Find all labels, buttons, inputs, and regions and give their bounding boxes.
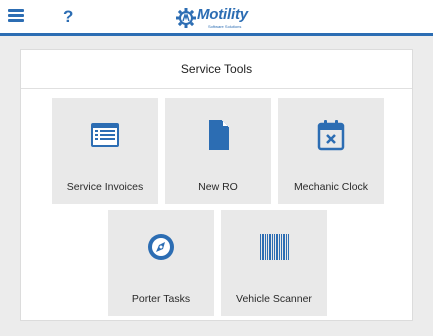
document-icon	[209, 120, 229, 150]
tile-label: New RO	[198, 181, 238, 193]
logo-tagline: Software Solutions	[208, 24, 242, 29]
barcode-icon	[260, 234, 289, 260]
vehicle-scanner-tile[interactable]: Vehicle Scanner	[221, 210, 327, 316]
compass-icon	[148, 234, 174, 260]
porter-tasks-tile[interactable]: Porter Tasks	[108, 210, 214, 316]
help-button[interactable]: ?	[63, 7, 73, 27]
tile-label: Porter Tasks	[131, 293, 191, 305]
panel-title: Service Tools	[21, 50, 412, 89]
motility-logo: Motility Software Solutions	[175, 3, 265, 31]
tile-label: Mechanic Clock	[293, 181, 369, 193]
new-ro-tile[interactable]: New RO	[165, 98, 271, 204]
invoice-list-icon	[91, 123, 119, 147]
logo-name: Motility	[197, 6, 248, 23]
calendar-x-icon	[317, 120, 345, 151]
service-invoices-tile[interactable]: Service Invoices	[52, 98, 158, 204]
service-tools-panel: Service Tools Service Invoices New RO Me…	[20, 49, 413, 321]
tile-label: Vehicle Scanner	[236, 293, 312, 305]
mechanic-clock-tile[interactable]: Mechanic Clock	[278, 98, 384, 204]
tile-label: Service Invoices	[66, 181, 144, 193]
hamburger-menu-icon[interactable]	[8, 9, 24, 23]
top-bar: ? Motility Software Solutions	[0, 0, 433, 36]
gear-logo-icon	[176, 8, 196, 28]
